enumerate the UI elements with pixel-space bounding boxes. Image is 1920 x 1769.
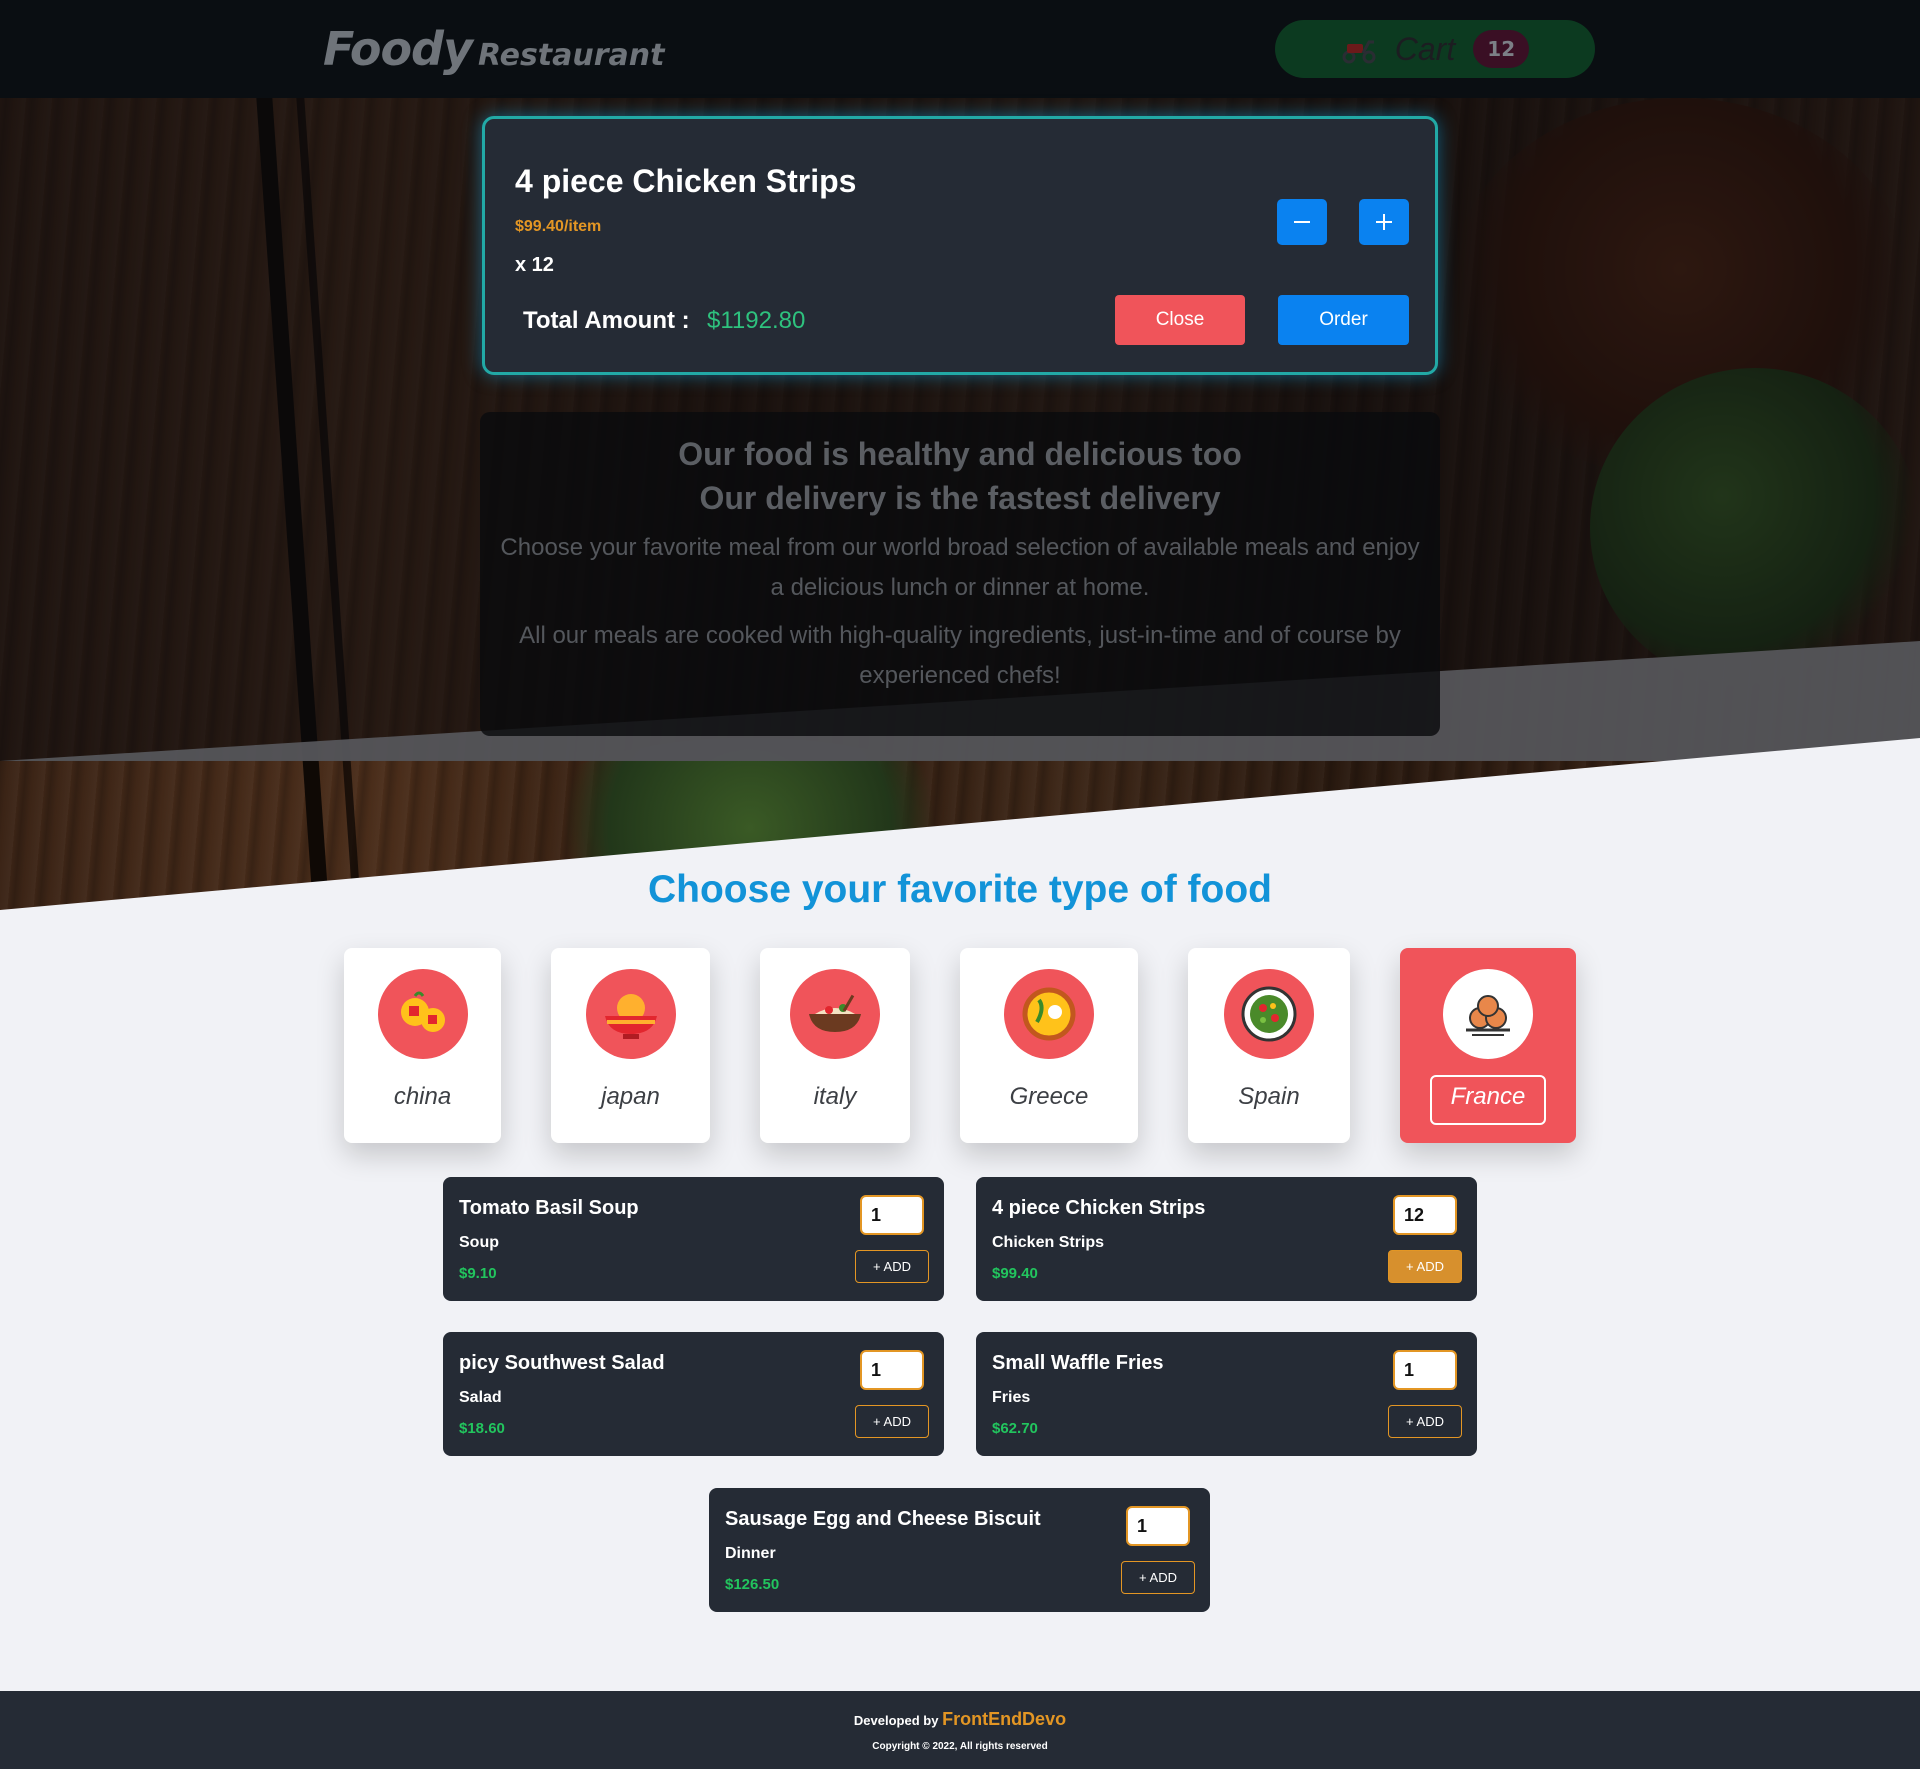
category-label: japan [601, 1083, 660, 1110]
category-label: Spain [1238, 1083, 1300, 1110]
food-category: Dinner [725, 1545, 776, 1562]
intro-heading-1: Our food is healthy and delicious too [678, 436, 1242, 472]
category-label: china [393, 1083, 452, 1110]
ramen-bowl-icon [585, 969, 676, 1059]
food-card: 4 piece Chicken Strips Chicken Strips $9… [976, 1177, 1477, 1301]
category-label: Greece [1009, 1083, 1089, 1110]
quantity-input[interactable] [1126, 1506, 1190, 1546]
quantity-input[interactable] [860, 1195, 924, 1235]
modal-total-value: $1192.80 [707, 307, 806, 334]
developed-by-text: Developed by [853, 1713, 939, 1728]
intro-box: Our food is healthy and delicious too Ou… [480, 412, 1440, 736]
category-card-china[interactable]: china [344, 948, 501, 1143]
food-category: Salad [459, 1389, 502, 1406]
add-button[interactable]: + ADD [1388, 1405, 1462, 1438]
logo-main: Foody [323, 22, 473, 76]
category-card-japan[interactable]: japan [551, 948, 710, 1143]
logo[interactable]: Foody Restaurant [323, 22, 664, 76]
developer-brand-link[interactable]: FrontEndDevo [942, 1709, 1066, 1729]
cart-label: Cart [1394, 30, 1456, 67]
food-category: Chicken Strips [992, 1234, 1105, 1251]
category-card-france[interactable]: France [1400, 948, 1576, 1143]
food-price: $126.50 [725, 1576, 780, 1593]
scooter-icon [1342, 40, 1376, 64]
intro-paragraph-1: Choose your favorite meal from our world… [500, 534, 1420, 601]
cart-button[interactable]: Cart 12 [1275, 20, 1595, 78]
paella-icon [1004, 969, 1094, 1059]
modal-total-label: Total Amount : [523, 307, 690, 334]
add-button[interactable]: + ADD [1121, 1561, 1195, 1594]
section-title: Choose your favorite type of food [647, 868, 1273, 911]
order-button[interactable]: Order [1278, 295, 1409, 345]
plus-icon [1376, 214, 1392, 230]
category-card-greece[interactable]: Greece [960, 948, 1138, 1143]
food-name: Sausage Egg and Cheese Biscuit [725, 1508, 1041, 1530]
quantity-input[interactable] [860, 1350, 924, 1390]
croquettes-icon [1443, 969, 1533, 1059]
add-button[interactable]: + ADD [855, 1250, 929, 1283]
oranges-icon [377, 969, 468, 1059]
food-name: 4 piece Chicken Strips [992, 1197, 1206, 1219]
category-card-spain[interactable]: Spain [1188, 948, 1350, 1143]
logo-sub: Restaurant [477, 38, 665, 73]
category-label: France [1450, 1083, 1526, 1110]
food-card: picy Southwest Salad Salad $18.60 + ADD [443, 1332, 944, 1456]
food-name: picy Southwest Salad [459, 1352, 665, 1374]
developer-credit: Developed by FrontEndDevo [0, 1709, 1920, 1730]
close-button[interactable]: Close [1115, 295, 1245, 345]
food-name: Tomato Basil Soup [459, 1197, 639, 1219]
intro-heading-2: Our delivery is the fastest delivery [699, 480, 1221, 516]
food-price: $99.40 [992, 1265, 1038, 1282]
category-card-italy[interactable]: italy [760, 948, 910, 1143]
quantity-input[interactable] [1393, 1195, 1457, 1235]
pasta-bowl-icon [790, 969, 880, 1059]
cart-count-badge: 12 [1473, 30, 1530, 68]
quantity-input[interactable] [1393, 1350, 1457, 1390]
food-name: Small Waffle Fries [992, 1352, 1164, 1374]
food-card: Sausage Egg and Cheese Biscuit Dinner $1… [709, 1488, 1210, 1612]
food-category: Fries [992, 1389, 1031, 1406]
site-footer: Developed by FrontEndDevo Copyright © 20… [0, 1691, 1920, 1769]
food-card: Small Waffle Fries Fries $62.70 + ADD [976, 1332, 1477, 1456]
modal-item-price: $99.40/item [515, 218, 602, 235]
site-header: Foody Restaurant Cart 12 [0, 0, 1920, 98]
salad-plate-icon [1224, 969, 1314, 1059]
modal-item-quantity: x 12 [515, 254, 554, 276]
food-price: $62.70 [992, 1420, 1038, 1437]
intro-paragraph-2: All our meals are cooked with high-quali… [519, 622, 1401, 689]
food-card: Tomato Basil Soup Soup $9.10 + ADD [443, 1177, 944, 1301]
minus-icon [1294, 221, 1310, 223]
modal-item-title: 4 piece Chicken Strips [515, 163, 857, 199]
food-price: $18.60 [459, 1420, 505, 1437]
copyright-text: Copyright © 2022, All rights reserved [872, 1741, 1048, 1752]
food-price: $9.10 [459, 1265, 497, 1282]
decrease-quantity-button[interactable] [1277, 199, 1327, 245]
category-label: italy [813, 1083, 857, 1110]
food-category: Soup [459, 1234, 499, 1251]
cart-modal: 4 piece Chicken Strips $99.40/item x 12 … [482, 116, 1438, 375]
add-button[interactable]: + ADD [855, 1405, 929, 1438]
add-button[interactable]: + ADD [1388, 1250, 1462, 1283]
increase-quantity-button[interactable] [1359, 199, 1409, 245]
